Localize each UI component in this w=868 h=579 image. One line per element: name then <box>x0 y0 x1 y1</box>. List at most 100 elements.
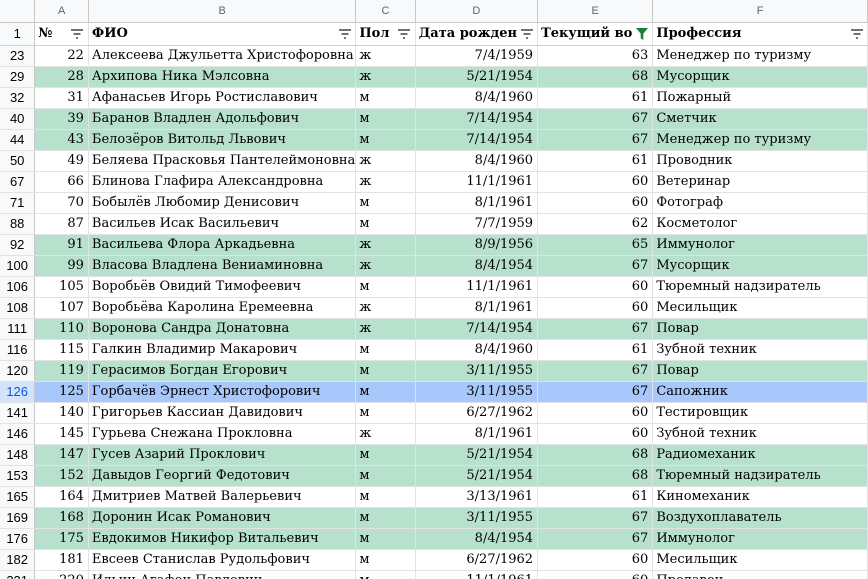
row-number[interactable]: 32 <box>0 87 36 109</box>
cell-dob[interactable]: 8/4/1954 <box>415 255 539 277</box>
cell-number[interactable]: 152 <box>34 465 89 487</box>
cell-age[interactable]: 60 <box>537 549 654 571</box>
row-number[interactable]: 44 <box>0 129 36 151</box>
table-row[interactable]: 221220Ильин Агафон Павловичм11/1/196160П… <box>0 570 868 579</box>
cell-sex[interactable]: м <box>355 549 416 571</box>
cell-sex[interactable]: м <box>355 486 416 508</box>
cell-sex[interactable]: м <box>355 465 416 487</box>
cell-profession[interactable]: Месильщик <box>652 549 868 571</box>
cell-dob[interactable]: 7/7/1959 <box>415 213 539 235</box>
cell-dob[interactable]: 8/4/1954 <box>415 528 539 550</box>
table-row[interactable]: 169 168 Доронин Исак Романович м 3/11/1955 67… <box>0 507 868 529</box>
row-number[interactable]: 108 <box>0 297 36 319</box>
cell-sex[interactable]: ж <box>355 255 416 277</box>
cell-number[interactable]: 31 <box>34 87 89 109</box>
cell-dob[interactable]: 8/1/1961 <box>415 192 539 214</box>
active-filter-icon[interactable] <box>634 27 649 42</box>
cell-fio[interactable]: Алексеева Джульетта Христофоровна <box>88 45 357 67</box>
row-number[interactable]: 40 <box>0 108 36 130</box>
cell-profession[interactable]: Косметолог <box>652 213 868 235</box>
cell-dob[interactable]: 7/14/1954 <box>415 318 539 340</box>
cell-sex[interactable]: м <box>355 192 416 214</box>
cell-sex[interactable]: ж <box>355 297 416 319</box>
table-row[interactable]: 106 105 Воробьёв Овидий Тимофеевич м 11/1/19… <box>0 276 868 298</box>
cell-dob[interactable]: 5/21/1954 <box>415 66 539 88</box>
cell-age[interactable]: 67 <box>537 108 654 130</box>
cell-profession[interactable]: Ветеринар <box>652 171 868 193</box>
cell-number[interactable]: 145 <box>34 423 89 445</box>
cell-number[interactable]: 181 <box>34 549 89 571</box>
row-number[interactable]: 50 <box>0 150 36 172</box>
row-number[interactable]: 182 <box>0 549 36 571</box>
row-number[interactable]: 106 <box>0 276 36 298</box>
cell-age[interactable]: 60 <box>537 423 654 445</box>
cell-sex[interactable]: м <box>355 507 416 529</box>
cell-fio[interactable]: Бобылёв Любомир Денисович <box>88 192 357 214</box>
cell-profession[interactable]: Менеджер по туризму <box>652 129 868 151</box>
cell-fio[interactable]: Баранов Владлен Адольфович <box>88 108 357 130</box>
cell-fio[interactable]: Власова Владлена Вениаминовна <box>88 255 357 277</box>
cell-sex[interactable]: м <box>355 381 416 403</box>
cell-dob[interactable]: 6/27/1962 <box>415 402 539 424</box>
cell-number[interactable]: 39 <box>34 108 89 130</box>
cell-age[interactable]: 60 <box>537 297 654 319</box>
cell-profession[interactable]: Мусорщик <box>652 255 868 277</box>
cell-fio[interactable]: Гурьева Снежана Прокловна <box>88 423 357 445</box>
table-row[interactable]: 92 91 Васильева Флора Аркадьевна ж 8/9/1956 6… <box>0 234 868 256</box>
table-row[interactable]: 29 28 Архипова Ника Мэлсовна ж 5/21/1954 68 Му… <box>0 66 868 88</box>
cell-age[interactable]: 67 <box>537 381 654 403</box>
cell-dob[interactable]: 7/14/1954 <box>415 129 539 151</box>
cell-sex[interactable]: ж <box>355 45 416 67</box>
table-row[interactable]: 182 181 Евсеев Станислав Рудольфович м 6/27/… <box>0 549 868 571</box>
cell-dob[interactable]: 8/4/1960 <box>415 150 539 172</box>
cell-fio[interactable]: Воронова Сандра Донатовна <box>88 318 357 340</box>
cell-dob[interactable]: 5/21/1954 <box>415 465 539 487</box>
header-cell-fio[interactable]: ФИО <box>88 22 357 46</box>
table-row[interactable]: 67 66 Блинова Глафира Александровна ж 11/1/1… <box>0 171 868 193</box>
select-all-corner[interactable] <box>0 0 36 23</box>
cell-fio[interactable]: Васильев Исак Васильевич <box>88 213 357 235</box>
row-number[interactable]: 23 <box>0 45 36 67</box>
row-number[interactable]: 116 <box>0 339 36 361</box>
cell-fio[interactable]: Давыдов Георгий Федотович <box>88 465 357 487</box>
cell-profession[interactable]: Фотограф <box>652 192 868 214</box>
cell-fio[interactable]: Белозёров Витольд Львович <box>88 129 357 151</box>
cell-profession[interactable]: Повар <box>652 360 868 382</box>
cell-age[interactable]: 61 <box>537 339 654 361</box>
cell-age[interactable]: 68 <box>537 465 654 487</box>
column-header-b[interactable]: B <box>88 0 357 23</box>
cell-age[interactable]: 63 <box>537 45 654 67</box>
table-row[interactable]: 176 175 Евдокимов Никифор Витальевич м 8/4/1… <box>0 528 868 550</box>
cell-number[interactable]: 99 <box>34 255 89 277</box>
cell-sex[interactable]: ж <box>355 171 416 193</box>
cell-profession[interactable]: Воздухоплаватель <box>652 507 868 529</box>
table-row[interactable]: 44 43 Белозёров Витольд Львович м 7/14/1954 6… <box>0 129 868 151</box>
cell-number[interactable]: 147 <box>34 444 89 466</box>
header-cell-sex[interactable]: Пол <box>355 22 416 46</box>
cell-age[interactable]: 67 <box>537 528 654 550</box>
cell-fio[interactable]: Беляева Прасковья Пантелеймоновна <box>88 150 357 172</box>
cell-fio[interactable]: Воробьёва Каролина Еремеевна <box>88 297 357 319</box>
cell-number[interactable]: 91 <box>34 234 89 256</box>
table-row[interactable]: 116 115 Галкин Владимир Макарович м 8/4/1960… <box>0 339 868 361</box>
cell-age[interactable]: 61 <box>537 150 654 172</box>
table-row[interactable]: 108 107 Воробьёва Каролина Еремеевна ж 8/1/1… <box>0 297 868 319</box>
cell-profession[interactable]: Радиомеханик <box>652 444 868 466</box>
cell-sex[interactable]: ж <box>355 423 416 445</box>
cell-dob[interactable]: 8/4/1960 <box>415 339 539 361</box>
cell-profession[interactable]: Киномеханик <box>652 486 868 508</box>
cell-fio[interactable]: Воробьёв Овидий Тимофеевич <box>88 276 357 298</box>
table-row[interactable]: 165 164 Дмитриев Матвей Валерьевич м 3/13/19… <box>0 486 868 508</box>
cell-number[interactable]: 119 <box>34 360 89 382</box>
cell-profession[interactable]: Продавец <box>652 570 868 579</box>
row-number[interactable]: 120 <box>0 360 36 382</box>
cell-number[interactable]: 28 <box>34 66 89 88</box>
cell-dob[interactable]: 11/1/1961 <box>415 276 539 298</box>
cell-dob[interactable]: 11/1/1961 <box>415 570 539 579</box>
cell-fio[interactable]: Дмитриев Матвей Валерьевич <box>88 486 357 508</box>
cell-sex[interactable]: м <box>355 339 416 361</box>
table-row[interactable]: 120 119 Герасимов Богдан Егорович м 3/11/195… <box>0 360 868 382</box>
cell-age[interactable]: 60 <box>537 276 654 298</box>
cell-age[interactable]: 67 <box>537 255 654 277</box>
filter-icon[interactable] <box>337 27 352 42</box>
